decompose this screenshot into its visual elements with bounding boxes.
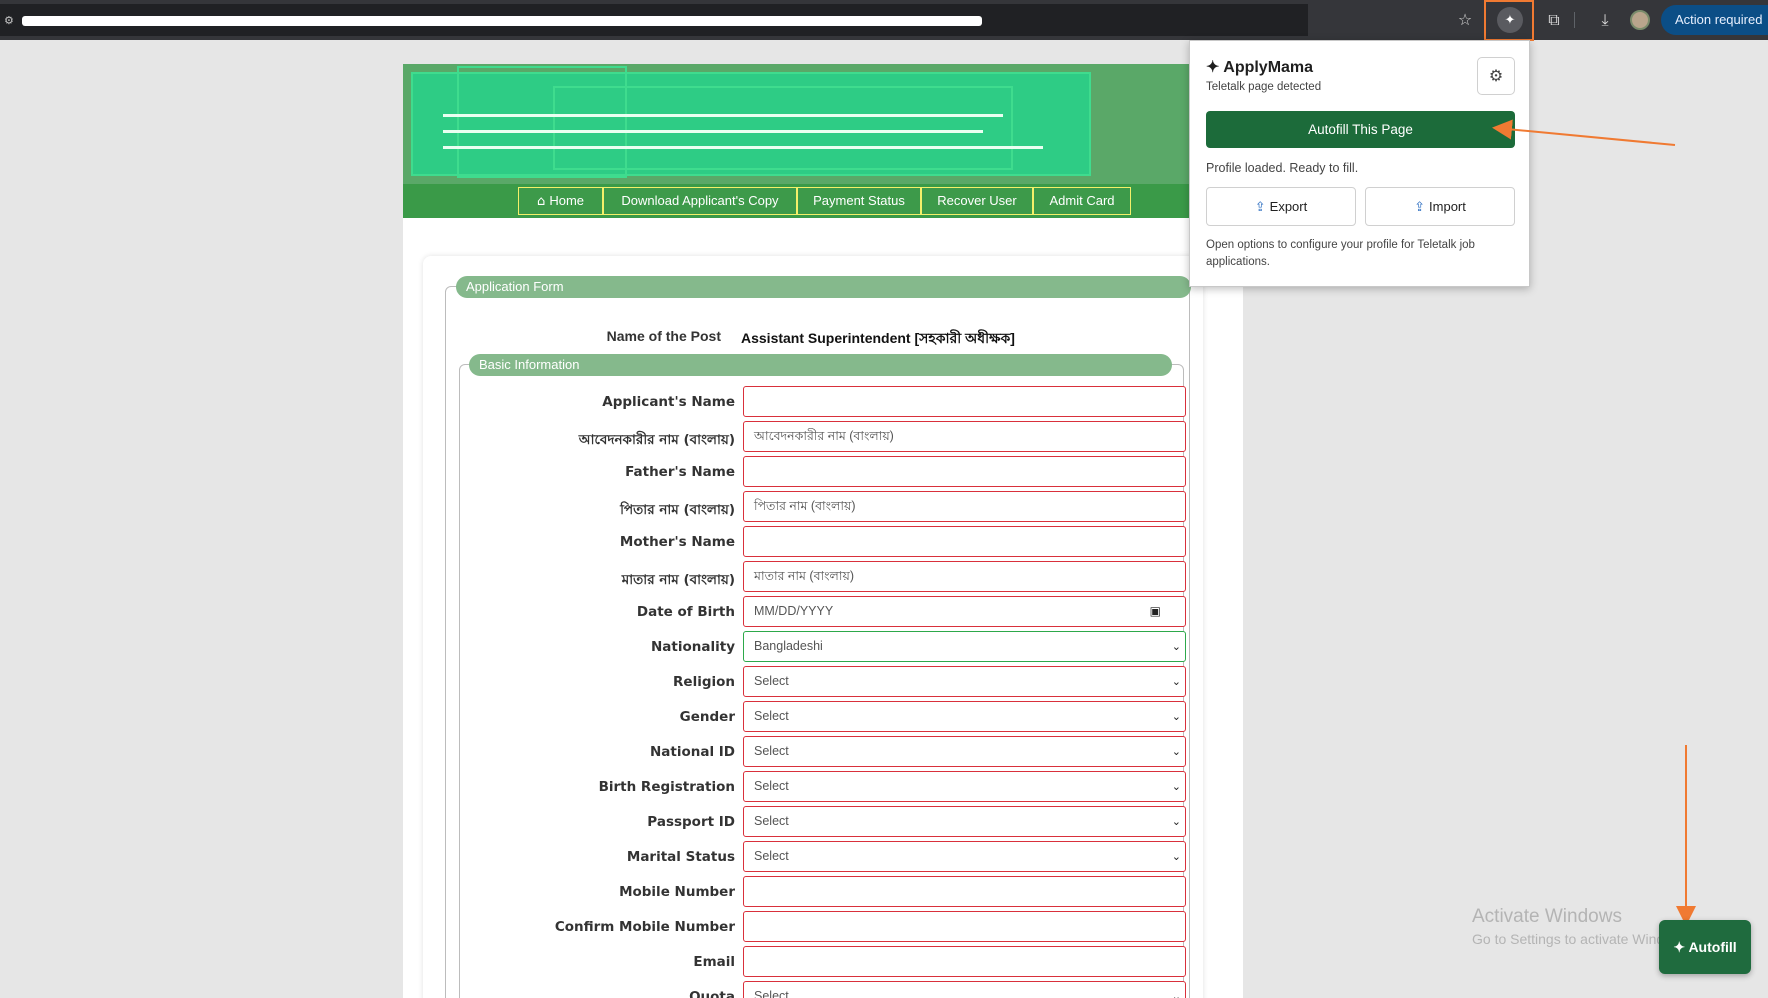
bookmark-star-icon[interactable]: ☆ <box>1453 8 1477 32</box>
redacted-url <box>22 16 982 26</box>
field-value: Select <box>754 779 789 793</box>
select-field[interactable]: Select ⌄ <box>743 841 1186 872</box>
select-field[interactable]: Select ⌄ <box>743 701 1186 732</box>
nav-payment-status[interactable]: Payment Status <box>797 187 921 215</box>
browser-toolbar: ⚙ ☆ ✦ ⧉ ⤓ Action required <box>0 0 1768 41</box>
chevron-down-icon: ⌄ <box>1171 710 1181 723</box>
nav-home[interactable]: ⌂ Home <box>518 187 603 215</box>
field-label: Nationality <box>651 639 735 655</box>
text-field[interactable] <box>743 456 1186 487</box>
settings-gear-icon[interactable]: ⚙ <box>1477 57 1515 95</box>
site-header: ⌂ Home Download Applicant's Copy Payment… <box>403 64 1243 218</box>
field-label: আবেদনকারীর নাম (বাংলায়) <box>578 432 735 448</box>
popup-title: ✦ ApplyMama <box>1206 59 1314 76</box>
field-label: মাতার নাম (বাংলায়) <box>621 572 735 588</box>
chevron-down-icon: ⌄ <box>1171 675 1181 688</box>
field-value: আবেদনকারীর নাম (বাংলায়) <box>754 429 894 443</box>
post-label: Name of the Post <box>606 328 721 344</box>
chevron-down-icon: ⌄ <box>1171 815 1181 828</box>
field-label: Birth Registration <box>598 779 735 795</box>
site-settings-icon[interactable]: ⚙ <box>4 14 14 28</box>
field-label: Religion <box>673 674 735 690</box>
field-value: পিতার নাম (বাংলায়) <box>754 499 856 513</box>
export-upload-icon: ⇪ <box>1254 200 1266 215</box>
application-card: Application Form Name of the Post Assist… <box>423 256 1203 998</box>
field-label: Mother's Name <box>619 534 735 550</box>
field-value: মাতার নাম (বাংলায়) <box>754 569 855 583</box>
field-label: Email <box>693 954 735 970</box>
select-field[interactable]: Select ⌄ <box>743 666 1186 697</box>
applymama-extension-icon[interactable]: ✦ <box>1497 7 1523 33</box>
field-value: Select <box>754 989 789 998</box>
field-value: Select <box>754 849 789 863</box>
extensions-puzzle-icon[interactable]: ⧉ <box>1542 8 1566 32</box>
download-icon[interactable]: ⤓ <box>1593 8 1617 32</box>
chevron-down-icon: ⌄ <box>1171 745 1181 758</box>
select-field[interactable]: Select ⌄ <box>743 806 1186 837</box>
toolbar-separator <box>1574 12 1575 28</box>
main-content: Application Form Name of the Post Assist… <box>403 218 1243 998</box>
autofill-this-page-button[interactable]: Autofill This Page <box>1206 111 1515 148</box>
field-value: Select <box>754 674 789 688</box>
date-field[interactable]: MM/DD/YYYY ▣ <box>743 596 1186 627</box>
field-label: Mobile Number <box>619 884 735 900</box>
text-field[interactable] <box>743 526 1186 557</box>
home-icon: ⌂ <box>536 194 550 209</box>
text-field[interactable]: আবেদনকারীর নাম (বাংলায়) <box>743 421 1186 452</box>
field-value: Select <box>754 814 789 828</box>
text-field[interactable]: পিতার নাম (বাংলায়) <box>743 491 1186 522</box>
field-label: Passport ID <box>647 814 735 830</box>
calendar-icon[interactable]: ▣ <box>1150 597 1161 626</box>
popup-status-text: Profile loaded. Ready to fill. <box>1206 161 1359 175</box>
text-field[interactable] <box>743 911 1186 942</box>
field-value: Bangladeshi <box>754 639 823 653</box>
select-field[interactable]: Bangladeshi ⌄ <box>743 631 1186 662</box>
floating-autofill-button[interactable]: ✦ Autofill <box>1659 920 1751 974</box>
field-label: পিতার নাম (বাংলায়) <box>620 502 735 518</box>
export-button[interactable]: ⇪ Export <box>1206 187 1356 226</box>
text-field[interactable] <box>743 946 1186 977</box>
nav-admit-card[interactable]: Admit Card <box>1033 187 1131 215</box>
action-required-button[interactable]: Action required <box>1661 5 1768 35</box>
post-value: Assistant Superintendent [সহকারী অধীক্ষক… <box>741 330 1015 346</box>
address-bar[interactable]: ⚙ <box>0 4 1308 36</box>
main-nav: ⌂ Home Download Applicant's Copy Payment… <box>403 184 1243 218</box>
import-upload-icon: ⇪ <box>1414 200 1426 215</box>
field-label: Father's Name <box>625 464 735 480</box>
chevron-down-icon: ⌄ <box>1171 990 1181 998</box>
text-field[interactable] <box>743 386 1186 417</box>
site-banner <box>411 66 1091 178</box>
field-value: MM/DD/YYYY <box>754 604 834 618</box>
text-field[interactable]: মাতার নাম (বাংলায়) <box>743 561 1186 592</box>
applymama-popup: ✦ ApplyMama Teletalk page detected ⚙ Aut… <box>1189 40 1530 287</box>
field-label: Gender <box>679 709 735 725</box>
profile-avatar[interactable] <box>1630 10 1650 30</box>
field-label: Quota <box>689 989 735 998</box>
field-label: Date of Birth <box>636 604 735 620</box>
text-field[interactable] <box>743 876 1186 907</box>
field-label: Applicant's Name <box>602 394 735 410</box>
nav-download-applicant-copy[interactable]: Download Applicant's Copy <box>603 187 797 215</box>
chevron-down-icon: ⌄ <box>1171 780 1181 793</box>
field-value: Select <box>754 709 789 723</box>
field-label: Confirm Mobile Number <box>554 919 735 935</box>
select-field[interactable]: Select ⌄ <box>743 736 1186 767</box>
import-button[interactable]: ⇪ Import <box>1365 187 1515 226</box>
popup-subtitle: Teletalk page detected <box>1206 81 1322 93</box>
field-label: National ID <box>649 744 735 760</box>
chevron-down-icon: ⌄ <box>1171 640 1181 653</box>
activate-windows-title: Activate Windows <box>1472 906 1622 927</box>
nav-recover-user[interactable]: Recover User <box>921 187 1033 215</box>
select-field[interactable]: Select ⌄ <box>743 981 1186 998</box>
popup-note: Open options to configure your profile f… <box>1206 239 1475 268</box>
chevron-down-icon: ⌄ <box>1171 850 1181 863</box>
field-value: Select <box>754 744 789 758</box>
application-form-legend: Application Form <box>456 276 1191 298</box>
basic-info-legend: Basic Information <box>469 354 1172 376</box>
field-label: Marital Status <box>626 849 735 865</box>
select-field[interactable]: Select ⌄ <box>743 771 1186 802</box>
